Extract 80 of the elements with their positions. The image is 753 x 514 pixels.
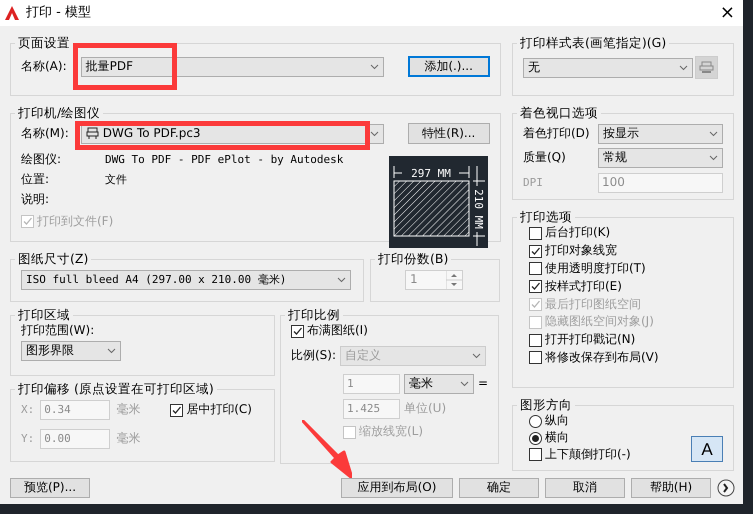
checkbox-label: 打开打印戳记(N) — [545, 333, 636, 347]
equals-sign: = — [478, 377, 488, 392]
checkbox-label: 缩放线宽(L) — [359, 425, 424, 439]
expand-icon[interactable] — [717, 479, 735, 497]
window-title: 打印 - 模型 — [26, 6, 92, 20]
properties-button[interactable]: 特性(R)... — [408, 123, 490, 144]
checkbox-label: 打印到文件(F) — [37, 214, 114, 229]
help-button[interactable]: 帮助(H) — [631, 478, 711, 498]
field-label: X: — [21, 404, 34, 417]
radio-label: 横向 — [545, 431, 569, 445]
checkbox-label: 隐藏图纸空间对象(J) — [545, 315, 654, 330]
group-title: 图形方向 — [519, 398, 573, 412]
group-title: 打印机/绘图仪 — [17, 106, 102, 120]
checkbox[interactable] — [529, 262, 542, 276]
group-title: 图纸尺寸(Z) — [17, 252, 90, 266]
preview-button[interactable]: 预览(P)... — [10, 478, 90, 498]
unit-label: 毫米 — [116, 403, 140, 418]
checkbox[interactable] — [529, 448, 542, 462]
group-title: 打印区域 — [17, 308, 71, 322]
field-label: 质量(Q) — [523, 151, 566, 166]
unit-dropdown[interactable]: 毫米 — [404, 374, 474, 394]
checkbox-label: 上下颠倒打印(-) — [545, 448, 631, 462]
shade-plot-dropdown[interactable]: 按显示 — [598, 124, 723, 144]
checkbox[interactable] — [291, 324, 304, 338]
group-title: 打印样式表(画笔指定)(G) — [519, 36, 668, 50]
group-title: 页面设置 — [17, 36, 71, 50]
group-title: 打印比例 — [287, 308, 341, 322]
info-value: DWG To PDF - PDF ePlot - by Autodesk — [105, 154, 344, 167]
orientation-icon: A — [691, 436, 723, 462]
quality-dropdown[interactable]: 常规 — [598, 148, 723, 168]
plot-range-dropdown[interactable]: 图形界限 — [21, 341, 121, 362]
unit-label: 单位(U) — [404, 402, 446, 416]
paper-size-dropdown[interactable]: ISO full bleed A4 (297.00 x 210.00 毫米) — [21, 270, 351, 290]
field-label: 比例(S): — [291, 349, 336, 364]
checkbox[interactable] — [529, 334, 542, 347]
arrow — [302, 420, 352, 478]
field-label: DPI — [523, 177, 543, 190]
radio-button[interactable] — [529, 414, 542, 428]
checkbox[interactable] — [170, 404, 184, 417]
checkbox[interactable] — [529, 280, 542, 294]
field-label: 打印范围(W): — [21, 323, 94, 338]
add-button[interactable]: 添加(.)... — [408, 56, 490, 78]
info-label: 位置: — [21, 173, 50, 187]
group-title: 打印选项 — [519, 210, 573, 224]
checkbox[interactable] — [529, 351, 542, 364]
cancel-button[interactable]: 取消 — [545, 478, 625, 498]
checkbox-label: 按样式打印(E) — [545, 280, 622, 294]
field-label: Y: — [21, 433, 34, 446]
info-value: 文件 — [105, 174, 128, 186]
group-title: 打印偏移 (原点设置在可打印区域) — [17, 382, 215, 396]
plotter-icon — [86, 127, 99, 140]
info-label: 说明: — [21, 192, 50, 207]
checkbox[interactable] — [529, 244, 542, 258]
edit-style-button[interactable] — [695, 56, 718, 80]
group-title: 打印份数(B) — [377, 252, 450, 266]
checkbox-label: 布满图纸(I) — [307, 324, 368, 338]
field-label: 名称(M): — [21, 126, 69, 141]
checkbox[interactable] — [529, 226, 542, 240]
close-button[interactable]: × — [720, 4, 735, 22]
checkbox-label: 将修改保存到布局(V) — [545, 350, 659, 365]
radio-label: 纵向 — [545, 414, 569, 428]
apply-button[interactable]: 应用到布局(O) — [341, 478, 453, 498]
group-title: 着色视口选项 — [519, 106, 599, 120]
app-logo-icon — [4, 5, 20, 21]
style-table-dropdown[interactable]: 无 — [523, 58, 693, 78]
info-label: 绘图仪: — [21, 153, 62, 168]
radio-button[interactable] — [529, 432, 542, 445]
checkbox-label: 居中打印(C) — [186, 403, 252, 418]
plotter-icon — [699, 61, 714, 74]
checkbox-label: 后台打印(K) — [545, 226, 610, 240]
ok-button[interactable]: 确定 — [459, 478, 539, 498]
unit-label: 毫米 — [116, 432, 140, 446]
spinner-arrows-icon — [446, 271, 462, 290]
page-setup-dropdown[interactable]: 批量PDF — [80, 56, 384, 77]
checkbox-label: 最后打印图纸空间 — [545, 298, 641, 312]
checkbox-label: 打印对象线宽 — [545, 244, 617, 258]
paper-preview: 297 MM 210 MM — [388, 156, 488, 248]
field-label: 着色打印(D) — [523, 127, 590, 142]
field-label: 名称(A): — [21, 60, 67, 74]
checkbox-label: 使用透明度打印(T) — [545, 262, 646, 276]
